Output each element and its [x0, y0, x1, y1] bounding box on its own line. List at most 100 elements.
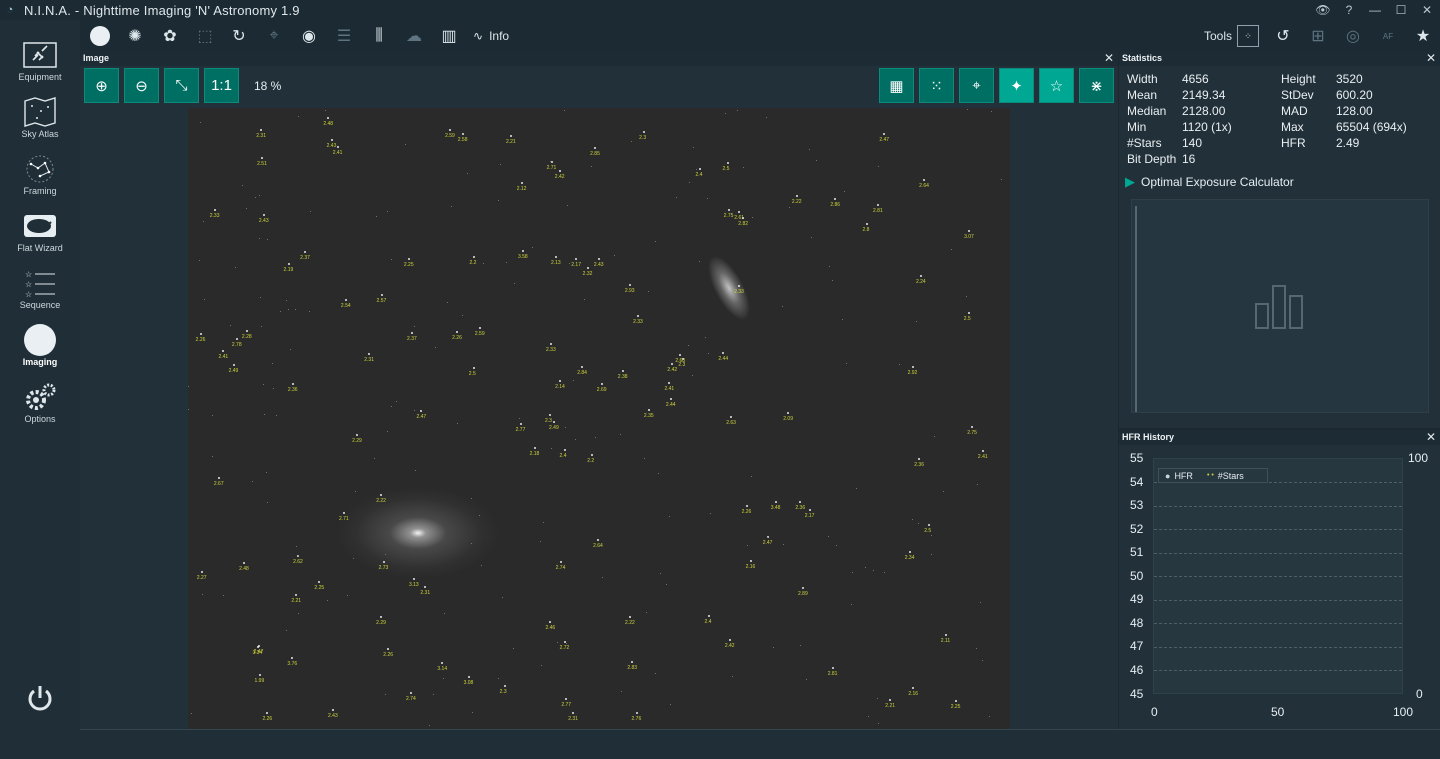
maximize-button[interactable]: ☐ — [1388, 0, 1414, 20]
background-star — [670, 704, 672, 706]
star-hfr-label: 2.84 — [577, 369, 587, 376]
background-star — [470, 497, 472, 499]
sidebar-label-options: Options — [24, 414, 56, 424]
cloud-icon[interactable]: ☁ — [403, 25, 425, 47]
target-icon[interactable]: ◉ — [298, 25, 320, 47]
svg-text:☆: ☆ — [25, 290, 32, 298]
background-star — [444, 612, 446, 614]
telescope-icon[interactable]: ⌖ — [263, 25, 285, 47]
aperture-icon[interactable]: ✺ — [124, 25, 146, 47]
close-statistics-icon[interactable]: ✕ — [1426, 51, 1436, 66]
star-hfr-label: 2.64 — [919, 183, 929, 190]
star — [802, 587, 804, 590]
background-star — [513, 648, 515, 650]
star-hfr-label: 2.16 — [745, 563, 756, 570]
star — [243, 562, 246, 565]
close-image-panel-icon[interactable]: ✕ — [1104, 51, 1114, 66]
background-star — [976, 484, 978, 486]
star-hfr-label: 2.83 — [627, 665, 638, 672]
background-star — [391, 258, 393, 260]
sidebar-item-sequence[interactable]: ☆ ☆ ☆ Sequence — [0, 262, 80, 319]
autofocus-icon[interactable]: AF — [1377, 25, 1399, 47]
eye-icon[interactable]: 👁 — [1310, 0, 1336, 20]
guide-icon[interactable]: ◎ — [1342, 25, 1364, 47]
sliders-icon[interactable]: ⫼ — [368, 25, 390, 47]
zoom-out-icon: ⊖ — [135, 77, 148, 95]
galaxy-m82 — [700, 250, 758, 326]
history-icon[interactable]: ↺ — [1272, 25, 1294, 47]
auto-stretch-button[interactable]: ✦ — [999, 68, 1034, 103]
grid-toggle-button[interactable]: ▦ — [879, 68, 914, 103]
star — [908, 550, 911, 553]
one-to-one-button[interactable]: 1:1 — [204, 68, 239, 103]
focus-frame-icon[interactable]: ⬚ — [194, 25, 216, 47]
sidebar-label-imaging: Imaging — [22, 357, 58, 367]
sidebar-item-flat-wizard[interactable]: Flat Wizard — [0, 205, 80, 262]
background-star — [574, 438, 576, 440]
star-hfr-label: 2.3 — [499, 689, 507, 696]
background-star — [242, 185, 244, 187]
background-star — [724, 112, 726, 114]
checklist-icon[interactable]: ☰ — [333, 25, 355, 47]
background-star — [429, 725, 431, 727]
help-icon[interactable]: ? — [1336, 0, 1362, 20]
background-star — [325, 109, 327, 111]
detect-stars-button[interactable]: ☆ — [1039, 68, 1074, 103]
star — [213, 208, 216, 211]
minimize-button[interactable]: — — [1362, 0, 1388, 20]
background-star — [199, 259, 201, 261]
captured-image[interactable]: 2.2 2.19 2.49 2.47 2.42 2.31 2.5 2.43 2.61 2.35 2.… — [188, 108, 1010, 729]
sidebar-label-sky-atlas: Sky Atlas — [21, 129, 59, 139]
star-hfr-label: 2.43 — [593, 261, 604, 268]
background-star — [751, 217, 753, 219]
info-tab[interactable]: ∿ Info — [473, 25, 533, 47]
sidebar-item-framing[interactable]: Framing — [0, 148, 80, 205]
star — [467, 676, 470, 679]
background-star — [514, 283, 516, 285]
bar-chart-icon[interactable]: ▥ — [438, 25, 460, 47]
star-hfr-label: 2.8 — [862, 227, 870, 234]
star-hfr-label: 2.25 — [403, 262, 414, 269]
pixel-grid-icon[interactable]: ⊞ — [1307, 25, 1329, 47]
camera-panel-icon[interactable] — [89, 25, 111, 47]
close-hfr-history-icon[interactable]: ✕ — [1426, 430, 1436, 445]
background-star — [432, 694, 434, 696]
background-star — [263, 413, 265, 415]
bahtinov-button[interactable]: ⋇ — [1079, 68, 1114, 103]
sidebar-item-imaging[interactable]: Imaging — [0, 319, 80, 376]
star-annotate-button[interactable]: ⁙ — [919, 68, 954, 103]
background-star — [644, 458, 646, 460]
star-detect-icon[interactable]: ⁘ — [1237, 25, 1259, 47]
background-star — [288, 309, 290, 311]
star — [923, 179, 926, 182]
legend-hfr: HFR — [1174, 470, 1193, 481]
sidebar-item-options[interactable]: Options — [0, 376, 80, 433]
stat-value: 4656 — [1182, 72, 1209, 86]
star — [745, 505, 748, 508]
star-hfr-label: 2.2 — [469, 259, 477, 266]
background-star — [497, 678, 499, 680]
sidebar-item-equipment[interactable]: Equipment — [0, 34, 80, 91]
background-star — [260, 296, 262, 298]
star-hfr-label: 2.92 — [907, 370, 918, 377]
exposure-calculator-expander[interactable]: ▶ Optimal Exposure Calculator — [1125, 174, 1294, 190]
star-hfr-label: 3.08 — [463, 680, 474, 687]
close-window-button[interactable]: ✕ — [1414, 0, 1440, 20]
filter-wheel-icon[interactable]: ✿ — [159, 25, 181, 47]
sidebar-item-sky-atlas[interactable]: Sky Atlas — [0, 91, 80, 148]
zoom-out-button[interactable]: ⊖ — [124, 68, 159, 103]
favorite-star-icon[interactable]: ★ — [1412, 25, 1434, 47]
power-icon[interactable] — [24, 682, 56, 714]
zoom-in-button[interactable]: ⊕ — [84, 68, 119, 103]
crosshair-button[interactable]: ⌖ — [959, 68, 994, 103]
background-star — [272, 388, 274, 390]
rotator-icon[interactable]: ↻ — [228, 25, 250, 47]
fit-button[interactable]: ⤡ — [164, 68, 199, 103]
star — [519, 422, 522, 425]
star — [332, 709, 334, 712]
star — [981, 450, 984, 453]
star — [245, 330, 248, 333]
star-hfr-label: 2.42 — [554, 174, 565, 181]
star — [344, 299, 347, 302]
background-star — [772, 646, 774, 648]
